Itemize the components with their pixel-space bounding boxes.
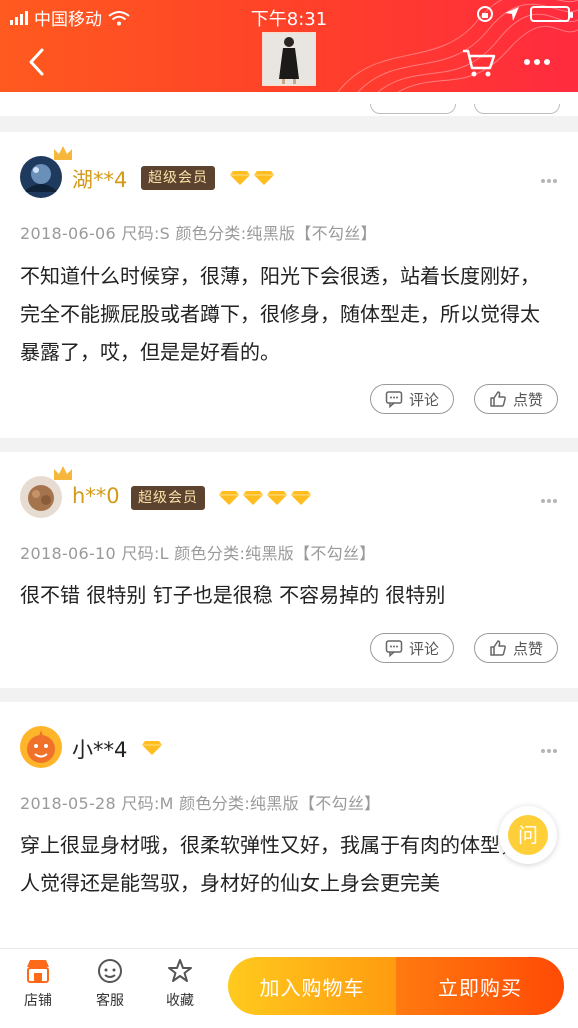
add-to-cart-button[interactable]: 加入购物车: [228, 957, 396, 1015]
like-label: 点赞: [512, 639, 543, 658]
shop-icon: [27, 960, 49, 983]
review-text: 很不错 很特别 钉子也是很稳 不容易掉的 很特别: [20, 583, 446, 607]
comment-icon: [385, 391, 403, 408]
review-card: 湖**4 超级会员 2018-06-06 尺码:S 颜色分类:纯黑版【不勾丝】 …: [0, 132, 578, 438]
customer-service-icon: [98, 959, 122, 983]
product-thumbnail[interactable]: [262, 32, 316, 86]
diamond-icon: [291, 491, 311, 505]
thumbs-up-icon: [490, 391, 506, 407]
favorite-tab[interactable]: 收藏: [150, 957, 210, 1010]
diamond-icon: [254, 171, 274, 185]
favorite-label: 收藏: [166, 993, 194, 1009]
comment-button[interactable]: 评论: [370, 633, 454, 663]
ask-button[interactable]: 问: [499, 806, 557, 864]
more-options-icon[interactable]: [540, 178, 558, 184]
ellipsis-icon[interactable]: [522, 52, 552, 72]
status-bar: 中国移动 下午8:31: [0, 5, 578, 30]
comment-label: 评论: [408, 390, 439, 409]
diamond-icon: [142, 741, 162, 755]
previous-review-stub: [0, 92, 578, 116]
service-label: 客服: [96, 993, 124, 1009]
review-meta: 2018-06-10 尺码:L 颜色分类:纯黑版【不勾丝】: [20, 544, 376, 563]
rotation-lock-icon: [477, 6, 493, 22]
bottom-action-bar: 店铺 客服 收藏 加入购物车 立即购买: [0, 948, 578, 1028]
diamond-level: [218, 490, 312, 506]
location-icon: [505, 7, 519, 21]
review-text: 不知道什么时候穿，很薄，阳光下会很透，站着长度刚好，完全不能撅屁股或者蹲下，很修…: [20, 264, 540, 364]
diamond-level: [141, 740, 163, 756]
nav-bar: [0, 30, 578, 92]
like-button[interactable]: 点赞: [474, 384, 558, 414]
comment-label: 评论: [408, 639, 439, 658]
review-card: h**0 超级会员 2018-06-10 尺码:L 颜色分类:纯黑版【不勾丝】 …: [0, 452, 578, 688]
buy-now-button[interactable]: 立即购买: [396, 957, 564, 1015]
avatar[interactable]: [20, 726, 62, 768]
battery-icon: [530, 6, 573, 22]
comment-icon: [385, 640, 403, 657]
username: h**0: [72, 484, 120, 508]
service-tab[interactable]: 客服: [80, 957, 140, 1010]
username: 小**4: [72, 738, 128, 762]
diamond-icon: [243, 491, 263, 505]
like-button[interactable]: 点赞: [474, 633, 558, 663]
comment-button[interactable]: 评论: [370, 384, 454, 414]
review-card: 小**4 2018-05-28 尺码:M 颜色分类:纯黑版【不勾丝】 穿上很显身…: [0, 702, 578, 962]
purchase-buttons: 加入购物车 立即购买: [228, 957, 564, 1015]
cart-icon[interactable]: [462, 48, 496, 78]
username: 湖**4: [72, 168, 128, 192]
review-text: 穿上很显身材哦，很柔软弹性又好，我属于有肉的体型，个人觉得还是能驾驭，身材好的仙…: [20, 833, 540, 895]
diamond-icon: [219, 491, 239, 505]
crown-icon: [54, 466, 72, 480]
avatar[interactable]: [20, 466, 72, 518]
diamond-level: [229, 170, 275, 186]
avatar[interactable]: [20, 146, 72, 198]
review-meta: 2018-05-28 尺码:M 颜色分类:纯黑版【不勾丝】: [20, 794, 381, 813]
more-options-icon[interactable]: [540, 748, 558, 754]
like-button-stub[interactable]: [474, 104, 560, 114]
shop-tab[interactable]: 店铺: [8, 957, 68, 1010]
diamond-icon: [230, 171, 250, 185]
more-options-icon[interactable]: [540, 498, 558, 504]
comment-button-stub[interactable]: [370, 104, 456, 114]
diamond-icon: [267, 491, 287, 505]
thumbs-up-icon: [490, 640, 506, 656]
crown-icon: [54, 146, 72, 160]
vip-badge: 超级会员: [131, 486, 205, 510]
star-icon: [168, 959, 192, 982]
vip-badge: 超级会员: [141, 166, 215, 190]
back-icon[interactable]: [22, 46, 54, 78]
shop-label: 店铺: [24, 993, 52, 1009]
review-meta: 2018-06-06 尺码:S 颜色分类:纯黑版【不勾丝】: [20, 224, 377, 243]
like-label: 点赞: [512, 390, 543, 409]
ask-label: 问: [508, 815, 548, 855]
app-header: 中国移动 下午8:31: [0, 0, 578, 92]
